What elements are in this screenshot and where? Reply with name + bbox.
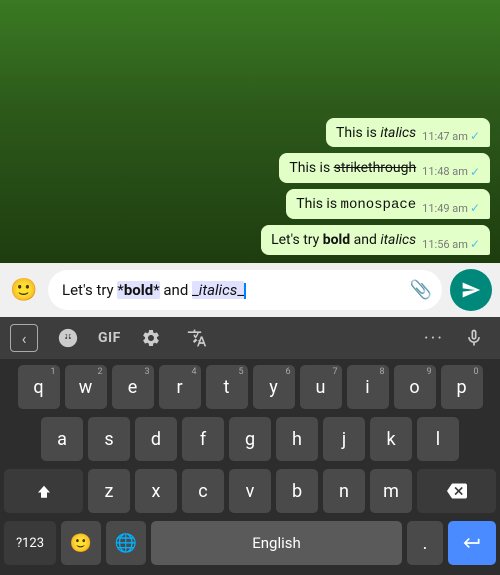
settings-button[interactable] (135, 322, 167, 354)
more-options-button[interactable]: ··· (424, 328, 444, 349)
key-g[interactable]: g (229, 417, 271, 461)
keyboard-toolbar: ‹ GIF ··· (0, 317, 500, 359)
key-d[interactable]: d (135, 417, 177, 461)
read-check: ✓ (470, 165, 480, 179)
key-m[interactable]: m (370, 469, 412, 513)
key-c[interactable]: c (182, 469, 224, 513)
shift-icon (35, 482, 53, 500)
message-text: This is monospace (296, 195, 416, 216)
key-w[interactable]: 2w (65, 365, 107, 409)
message-time: 11:56 am ✓ (422, 237, 480, 251)
delete-icon (447, 481, 467, 501)
message-text: Let's try bold and italics (271, 231, 416, 251)
italic-text: italics (380, 232, 416, 248)
key-l[interactable]: l (417, 417, 459, 461)
key-v[interactable]: v (229, 469, 271, 513)
message-text: This is italics (336, 124, 416, 144)
message-time: 11:48 am ✓ (422, 165, 480, 179)
key-a[interactable]: a (41, 417, 83, 461)
key-i[interactable]: 8i (347, 365, 389, 409)
message-bubble: This is monospace 11:49 am ✓ (286, 189, 490, 220)
key-row-1: 1q 2w 3e 4r 5t 6y 7u 8i (4, 365, 496, 409)
shift-button[interactable] (4, 469, 83, 513)
key-row-2: a s d f g h j k l (4, 417, 496, 461)
bold-text: bold (323, 232, 350, 248)
read-check: ✓ (470, 129, 480, 143)
monospace-text: monospace (341, 197, 417, 213)
message-text: This is strikethrough (289, 159, 416, 179)
mic-icon (464, 328, 484, 348)
key-z[interactable]: z (88, 469, 130, 513)
language-button[interactable]: English (151, 521, 402, 565)
gear-icon (141, 328, 161, 348)
send-icon (461, 280, 481, 300)
key-k[interactable]: k (370, 417, 412, 461)
sticker-icon (57, 327, 79, 349)
input-area: 🙂 Let's try *bold* and _italics_ 📎 (0, 263, 500, 317)
key-j[interactable]: j (323, 417, 365, 461)
key-e[interactable]: 3e (112, 365, 154, 409)
keyboard-bottom-row: ?123 🙂 🌐 English . (0, 521, 500, 571)
mic-button[interactable] (458, 322, 490, 354)
send-button[interactable] (450, 269, 492, 311)
italic-text: italics (380, 125, 416, 141)
enter-button[interactable] (448, 521, 496, 565)
key-q[interactable]: 1q (18, 365, 60, 409)
input-text: Let's try *bold* and _italics_ (62, 281, 246, 299)
message-bubble: This is strikethrough 11:48 am ✓ (279, 153, 490, 183)
delete-button[interactable] (417, 469, 496, 513)
key-b[interactable]: b (276, 469, 318, 513)
key-n[interactable]: n (323, 469, 365, 513)
message-bubble: This is italics 11:47 am ✓ (326, 118, 490, 148)
gif-button[interactable]: GIF (98, 330, 121, 346)
key-t[interactable]: 5t (206, 365, 248, 409)
chat-area: This is italics 11:47 am ✓ This is strik… (0, 0, 500, 263)
translate-button[interactable] (181, 322, 213, 354)
message-bubble: Let's try bold and italics 11:56 am ✓ (261, 225, 490, 255)
attach-button[interactable]: 📎 (410, 280, 432, 301)
key-u[interactable]: 7u (300, 365, 342, 409)
message-time: 11:47 am ✓ (422, 129, 480, 143)
message-time: 11:49 am ✓ (422, 201, 480, 215)
num123-button[interactable]: ?123 (4, 521, 56, 565)
key-r[interactable]: 4r (159, 365, 201, 409)
emoji-small-button[interactable]: 🙂 (61, 521, 101, 565)
key-p[interactable]: 0p (441, 365, 483, 409)
read-check: ✓ (470, 237, 480, 251)
message-input[interactable]: Let's try *bold* and _italics_ (48, 270, 442, 310)
keyboard-rows: 1q 2w 3e 4r 5t 6y 7u 8i (0, 359, 500, 513)
key-x[interactable]: x (135, 469, 177, 513)
enter-icon (462, 533, 482, 553)
period-key[interactable]: . (407, 521, 443, 565)
key-o[interactable]: 9o (394, 365, 436, 409)
key-s[interactable]: s (88, 417, 130, 461)
keyboard: ‹ GIF ··· (0, 317, 500, 575)
emoji-button[interactable]: 🙂 (8, 274, 40, 306)
key-row-3: z x c v b n m (4, 469, 496, 513)
text-cursor (244, 283, 246, 299)
sticker-button[interactable] (52, 322, 84, 354)
strikethrough-text: strikethrough (334, 160, 417, 176)
key-h[interactable]: h (276, 417, 318, 461)
italic-mark: _italics_ (192, 281, 244, 299)
keyboard-back-button[interactable]: ‹ (10, 324, 38, 352)
key-y[interactable]: 6y (253, 365, 295, 409)
bold-mark: *bold* (117, 281, 159, 299)
translate-icon (187, 328, 207, 348)
read-check: ✓ (470, 201, 480, 215)
key-f[interactable]: f (182, 417, 224, 461)
input-wrapper: Let's try *bold* and _italics_ 📎 (48, 270, 442, 310)
globe-button[interactable]: 🌐 (106, 521, 146, 565)
